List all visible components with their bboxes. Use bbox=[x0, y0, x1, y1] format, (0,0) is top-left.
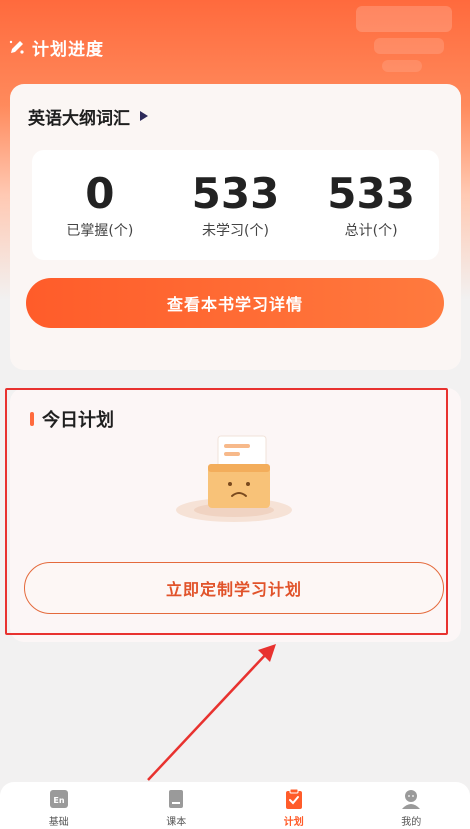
accent-bar bbox=[30, 412, 34, 426]
page-header: 计划进度 bbox=[0, 30, 470, 64]
stat-value: 0 bbox=[85, 169, 115, 218]
empty-box-illustration bbox=[174, 430, 294, 526]
svg-text:En: En bbox=[53, 796, 64, 805]
stat-unlearned: 533 未学习(个) bbox=[170, 170, 300, 240]
tab-basics[interactable]: En 基础 bbox=[0, 782, 118, 829]
page-title: 计划进度 bbox=[32, 39, 104, 60]
tab-label: 课本 bbox=[166, 817, 187, 828]
bottom-tab-bar: En 基础 课本 计划 我的 bbox=[0, 782, 470, 829]
stat-value: 533 bbox=[191, 169, 280, 218]
en-book-icon: En bbox=[48, 788, 70, 810]
stat-label: 未学习(个) bbox=[202, 223, 269, 239]
view-book-details-button[interactable]: 查看本书学习详情 bbox=[26, 278, 444, 328]
book-selector[interactable]: 英语大纲词汇 bbox=[28, 104, 150, 129]
tab-profile[interactable]: 我的 bbox=[353, 782, 470, 829]
tab-plan[interactable]: 计划 bbox=[235, 782, 353, 829]
edit-pen-icon bbox=[6, 36, 28, 58]
today-plan-card: 今日计划 立即定制学习计划 bbox=[10, 388, 461, 642]
stat-label: 已掌握(个) bbox=[66, 223, 134, 239]
stat-mastered: 0 已掌握(个) bbox=[35, 170, 165, 240]
triangle-right-icon bbox=[140, 110, 150, 123]
today-plan-title: 今日计划 bbox=[42, 410, 114, 431]
stat-total: 533 总计(个) bbox=[306, 170, 436, 240]
tab-label: 计划 bbox=[283, 817, 304, 828]
textbook-icon bbox=[165, 788, 187, 810]
tab-textbook[interactable]: 课本 bbox=[118, 782, 236, 829]
stats-panel: 0 已掌握(个) 533 未学习(个) 533 总计(个) bbox=[32, 150, 439, 260]
section-heading: 今日计划 bbox=[30, 406, 114, 432]
stat-label: 总计(个) bbox=[344, 223, 398, 239]
book-progress-card: 英语大纲词汇 0 已掌握(个) 533 未学习(个) 533 总计(个) 查看本… bbox=[10, 84, 461, 370]
clipboard-check-icon bbox=[283, 788, 305, 810]
tab-label: 我的 bbox=[401, 817, 422, 828]
profile-icon bbox=[400, 788, 422, 810]
book-name: 英语大纲词汇 bbox=[28, 109, 130, 129]
stat-value: 533 bbox=[327, 169, 415, 218]
create-study-plan-button[interactable]: 立即定制学习计划 bbox=[24, 562, 444, 614]
tab-label: 基础 bbox=[48, 817, 69, 828]
